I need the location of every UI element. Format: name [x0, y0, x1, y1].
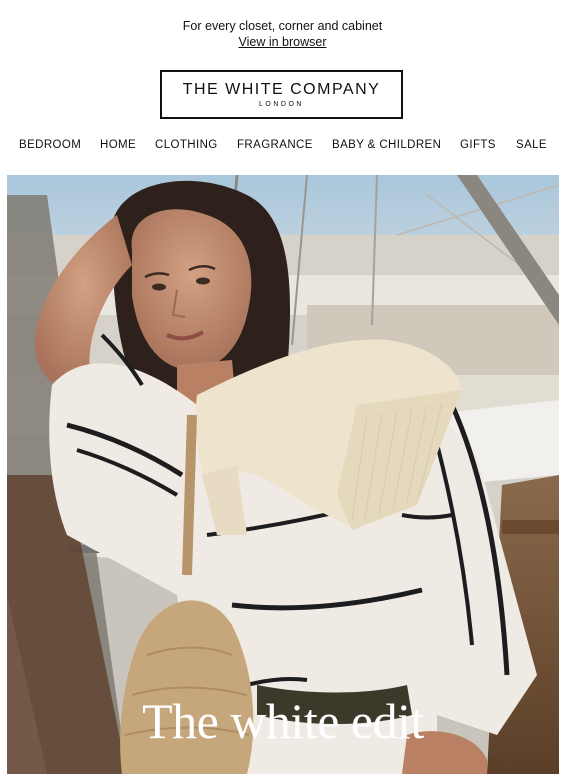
- nav-item-home[interactable]: HOME: [100, 139, 136, 151]
- brand-logo[interactable]: THE WHITE COMPANY LONDON: [160, 70, 403, 119]
- nav-item-sale[interactable]: SALE: [516, 139, 547, 151]
- preheader-tagline: For every closet, corner and cabinet: [182, 19, 383, 33]
- nav-item-fragrance[interactable]: FRAGRANCE: [237, 139, 313, 151]
- logo-brand-name: THE WHITE COMPANY: [182, 81, 381, 98]
- view-in-browser-link[interactable]: View in browser: [238, 35, 326, 50]
- hero-banner[interactable]: The white edit: [7, 175, 559, 774]
- hero-photo: [7, 175, 559, 774]
- logo-city: LONDON: [259, 101, 304, 108]
- hero-headline: The white edit: [142, 693, 424, 749]
- main-navigation: BEDROOM HOME CLOTHING FRAGRANCE BABY & C…: [0, 139, 565, 155]
- nav-item-bedroom[interactable]: BEDROOM: [19, 139, 81, 151]
- nav-item-gifts[interactable]: GIFTS: [460, 139, 496, 151]
- preheader: For every closet, corner and cabinet Vie…: [0, 19, 565, 50]
- nav-item-clothing[interactable]: CLOTHING: [155, 139, 218, 151]
- nav-item-baby-children[interactable]: BABY & CHILDREN: [332, 139, 441, 151]
